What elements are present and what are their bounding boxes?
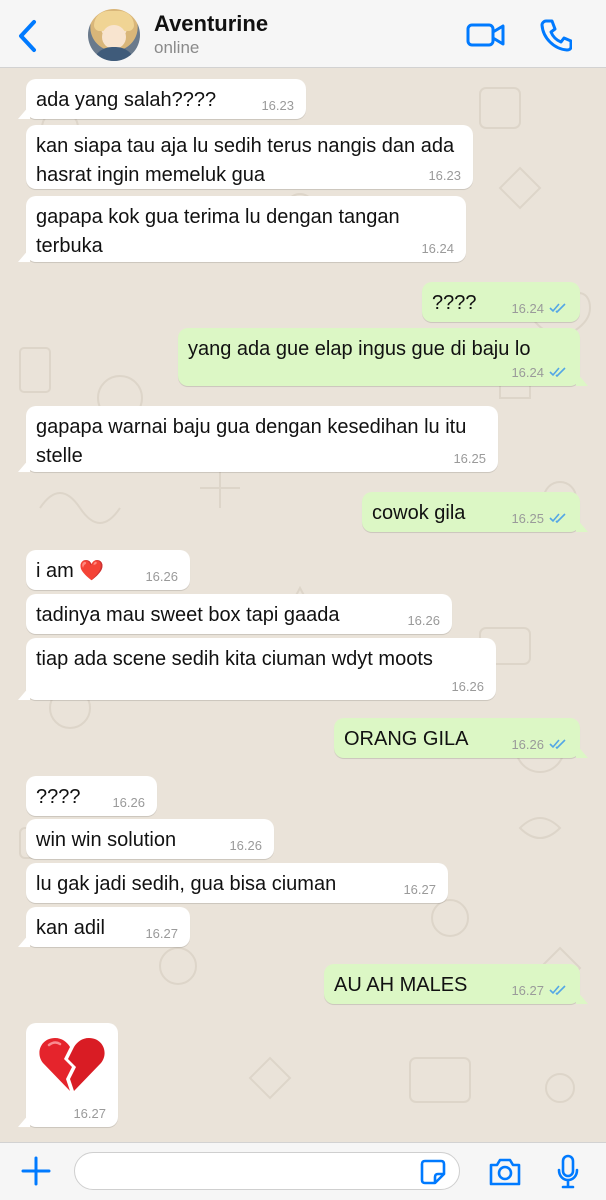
message-time: 16.26 [451, 679, 484, 694]
message-time: 16.25 [511, 511, 544, 526]
message-time-wrap: 16.25 [511, 512, 568, 526]
message-time: 16.24 [511, 301, 544, 316]
message-bubble-incoming[interactable]: i am ❤️ 16.26 [26, 550, 190, 590]
message-time: 16.26 [229, 838, 262, 853]
message-bubble-incoming[interactable]: ???? 16.26 [26, 776, 157, 816]
broken-heart-icon [39, 1038, 105, 1091]
read-ticks-icon [549, 739, 566, 749]
message-bubble-incoming[interactable]: 16.27 [18, 1023, 118, 1127]
message-bubble-incoming[interactable]: tadinya mau sweet box tapi gaada 16.26 [26, 594, 452, 634]
read-ticks-icon [549, 513, 566, 523]
back-chevron-icon[interactable] [14, 18, 44, 54]
message-time: 16.24 [511, 365, 544, 380]
message-time: 16.26 [145, 569, 178, 584]
message-time-wrap: 16.26 [511, 738, 568, 752]
message-bubble-incoming[interactable]: gapapa kok gua terima lu dengan tangan t… [18, 196, 466, 262]
microphone-icon[interactable] [556, 1154, 580, 1190]
message-time: 16.25 [453, 451, 486, 466]
contact-status: online [154, 38, 200, 57]
message-text: tadinya mau sweet box tapi gaada [36, 604, 340, 626]
message-bubble-incoming[interactable]: ada yang salah???? 16.23 [18, 79, 306, 119]
message-text: ORANG GILA [344, 728, 469, 750]
message-bubble-incoming[interactable]: kan adil 16.27 [18, 907, 190, 947]
message-bubble-outgoing[interactable]: cowok gila 16.25 [362, 492, 588, 532]
message-bubble-incoming[interactable]: tiap ada scene sedih kita ciuman wdyt mo… [18, 638, 496, 700]
message-bubble-outgoing[interactable]: ???? 16.24 [422, 282, 580, 322]
message-time: 16.26 [112, 795, 145, 810]
message-text: win win solution [36, 829, 177, 851]
message-text: gapapa kok gua terima lu dengan tangan t… [36, 206, 406, 257]
message-time: 16.23 [428, 168, 461, 183]
message-time-wrap: 16.24 [511, 366, 568, 380]
message-time: 16.26 [511, 737, 544, 752]
message-text: AU AH MALES [334, 974, 468, 996]
message-time-wrap: 16.27 [511, 984, 568, 998]
message-time: 16.27 [511, 983, 544, 998]
message-input[interactable] [74, 1152, 460, 1190]
message-bubble-incoming[interactable]: win win solution 16.26 [26, 819, 274, 859]
message-text: ada yang salah???? [36, 89, 217, 111]
message-time-wrap: 16.24 [511, 302, 568, 316]
video-call-icon[interactable] [466, 20, 506, 50]
message-text: kan adil [36, 917, 105, 939]
message-time: 16.23 [261, 98, 294, 113]
read-ticks-icon [549, 367, 566, 377]
message-time: 16.27 [145, 926, 178, 941]
message-bubble-incoming[interactable]: lu gak jadi sedih, gua bisa ciuman 16.27 [26, 863, 448, 903]
message-text: yang ada gue elap ingus gue di baju lo [188, 338, 531, 360]
message-text: ???? [36, 786, 81, 808]
message-text: lu gak jadi sedih, gua bisa ciuman [36, 873, 337, 895]
message-bubble-outgoing[interactable]: ORANG GILA 16.26 [334, 718, 588, 758]
message-text: ???? [432, 292, 477, 314]
message-text: i am ❤️ [36, 560, 105, 582]
message-text: gapapa warnai baju gua dengan kesedihan … [36, 416, 472, 467]
plus-icon[interactable] [20, 1155, 52, 1187]
message-bubble-outgoing[interactable]: yang ada gue elap ingus gue di baju lo 1… [178, 328, 588, 386]
chat-area[interactable]: ada yang salah???? 16.23 kan siapa tau a… [0, 68, 606, 1142]
avatar[interactable] [88, 9, 140, 61]
camera-icon[interactable] [488, 1157, 522, 1187]
message-bubble-incoming[interactable]: gapapa warnai baju gua dengan kesedihan … [18, 406, 498, 472]
message-time: 16.24 [421, 241, 454, 256]
chat-header: Aventurine online [0, 0, 606, 68]
message-text: tiap ada scene sedih kita ciuman wdyt mo… [36, 648, 433, 670]
read-ticks-icon [549, 985, 566, 995]
message-time: 16.26 [407, 613, 440, 628]
phone-icon[interactable] [540, 18, 572, 52]
message-text: kan siapa tau aja lu sedih terus nangis … [36, 135, 460, 186]
contact-name[interactable]: Aventurine [154, 11, 268, 37]
message-text: cowok gila [372, 502, 466, 524]
composer-bar [0, 1142, 606, 1200]
sticker-icon[interactable] [420, 1159, 446, 1185]
message-bubble-incoming[interactable]: kan siapa tau aja lu sedih terus nangis … [26, 125, 473, 189]
message-time: 16.27 [73, 1106, 106, 1121]
message-time: 16.27 [403, 882, 436, 897]
read-ticks-icon [549, 303, 566, 313]
message-bubble-outgoing[interactable]: AU AH MALES 16.27 [324, 964, 588, 1004]
